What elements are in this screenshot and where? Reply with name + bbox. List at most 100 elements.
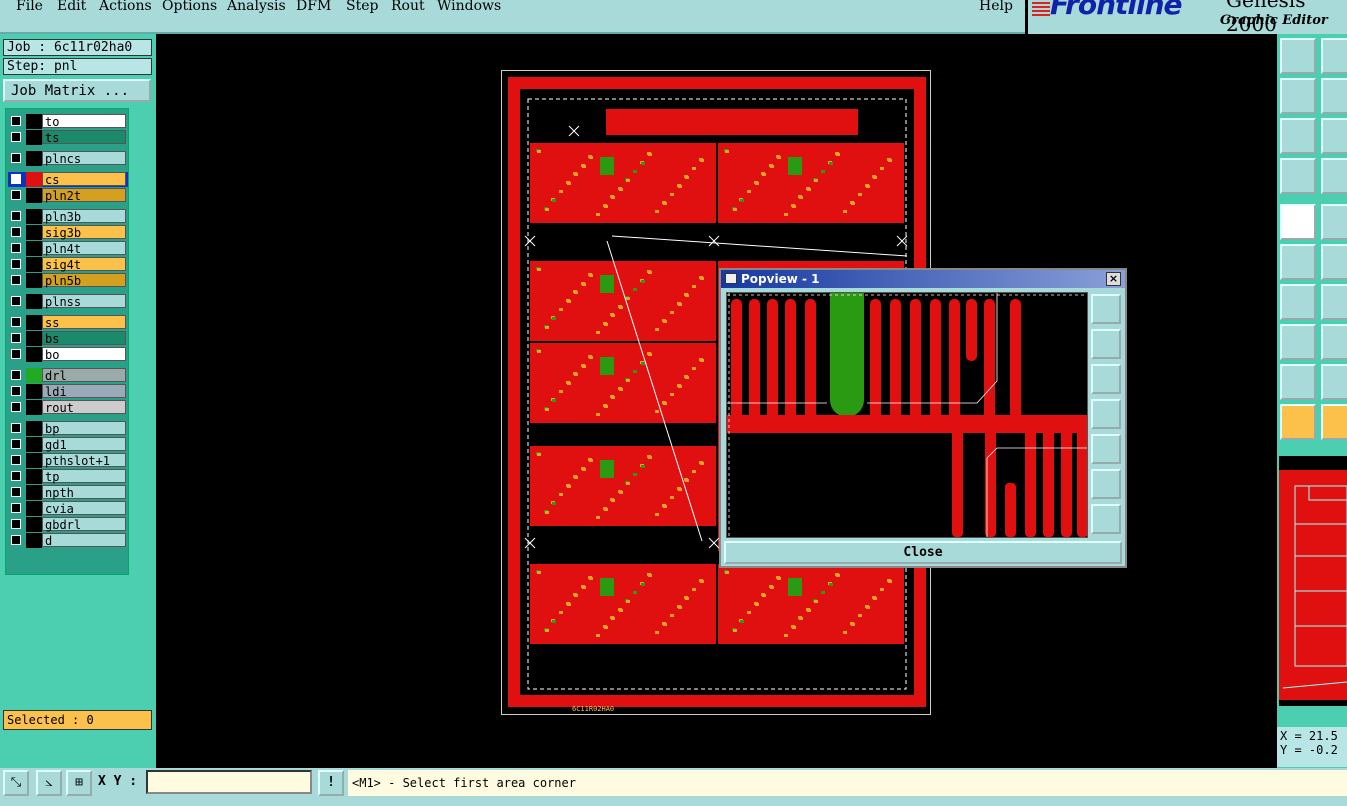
pop-zoom-in-button[interactable] — [1091, 469, 1121, 499]
add-arc-button[interactable] — [1321, 284, 1347, 320]
layer-checkbox[interactable] — [11, 535, 21, 545]
layer-checkbox[interactable] — [11, 317, 21, 327]
layer-color-swatch[interactable] — [26, 241, 42, 256]
add-line-button[interactable] — [1280, 284, 1316, 320]
layer-name[interactable]: pln2t — [42, 188, 126, 203]
layer-row-pln4t[interactable]: pln4t — [8, 241, 128, 256]
layer-color-swatch[interactable] — [26, 172, 42, 187]
layer-name[interactable]: sig4t — [42, 257, 126, 272]
layer-checkbox[interactable] — [11, 275, 21, 285]
layer-name[interactable]: npth — [42, 485, 126, 500]
layer-checkbox[interactable] — [11, 211, 21, 221]
layer-name[interactable]: bp — [42, 421, 126, 436]
menu-step[interactable]: Step — [346, 0, 378, 14]
layer-name[interactable]: pln3b — [42, 209, 126, 224]
menu-help[interactable]: Help — [979, 0, 1013, 14]
layer-name[interactable]: d — [42, 533, 126, 548]
layer-row-bo[interactable]: bo — [8, 347, 128, 362]
layer-color-swatch[interactable] — [26, 331, 42, 346]
layer-color-swatch[interactable] — [26, 485, 42, 500]
layer-name[interactable]: ldi — [42, 384, 126, 399]
layer-color-swatch[interactable] — [26, 151, 42, 166]
layer-name[interactable]: ss — [42, 315, 126, 330]
layer-name[interactable]: tp — [42, 469, 126, 484]
add-polygon-button[interactable] — [1321, 364, 1347, 400]
layer-checkbox[interactable] — [11, 370, 21, 380]
layer-name[interactable]: gbdrl — [42, 517, 126, 532]
layer-color-swatch[interactable] — [26, 384, 42, 399]
cross-button[interactable] — [1321, 244, 1347, 280]
layer-color-swatch[interactable] — [26, 517, 42, 532]
menu-dfm[interactable]: DFM — [296, 0, 331, 14]
layer-checkbox[interactable] — [11, 174, 21, 184]
layer-row-gd1[interactable]: gd1 — [8, 437, 128, 452]
layer-color-swatch[interactable] — [26, 453, 42, 468]
layer-color-swatch[interactable] — [26, 114, 42, 129]
layer-name[interactable]: to — [42, 114, 126, 129]
close-icon[interactable]: × — [1106, 272, 1121, 286]
pop-pan-up-button[interactable] — [1091, 329, 1121, 359]
layer-name[interactable]: rout — [42, 400, 126, 415]
layer-name[interactable]: plnss — [42, 294, 126, 309]
pop-pan-right-button[interactable] — [1091, 434, 1121, 464]
menu-file[interactable]: File — [16, 0, 43, 14]
layer-name[interactable]: cvia — [42, 501, 126, 516]
layer-name[interactable]: plncs — [42, 151, 126, 166]
layer-row-ldi[interactable]: ldi — [8, 384, 128, 399]
layer-color-swatch[interactable] — [26, 469, 42, 484]
menu-options[interactable]: Options — [162, 0, 217, 14]
popview-close-button[interactable]: Close — [724, 541, 1122, 564]
layer-name[interactable]: sig3b — [42, 225, 126, 240]
layer-checkbox[interactable] — [11, 227, 21, 237]
select-pad-button[interactable] — [1280, 204, 1316, 240]
layer-name[interactable]: bs — [42, 331, 126, 346]
layer-checkbox[interactable] — [11, 259, 21, 269]
layer-row-plnss[interactable]: plnss — [8, 294, 128, 309]
xy-input[interactable] — [146, 770, 312, 794]
layer-row-cvia[interactable]: cvia — [8, 501, 128, 516]
layer-color-swatch[interactable] — [26, 501, 42, 516]
grid-snap-button[interactable]: ⊞ — [66, 770, 92, 796]
layer-row-pln2t[interactable]: pln2t — [8, 188, 128, 203]
layer-checkbox[interactable] — [11, 190, 21, 200]
pointer-button[interactable] — [1280, 404, 1316, 440]
layer-row-ts[interactable]: ts — [8, 130, 128, 145]
layer-checkbox[interactable] — [11, 503, 21, 513]
layer-color-swatch[interactable] — [26, 294, 42, 309]
layer-row-gbdrl[interactable]: gbdrl — [8, 517, 128, 532]
add-surface-button[interactable] — [1280, 364, 1316, 400]
layer-color-swatch[interactable] — [26, 368, 42, 383]
layer-checkbox[interactable] — [11, 487, 21, 497]
popview-zoom-view[interactable] — [726, 292, 1088, 538]
layer-color-swatch[interactable] — [26, 188, 42, 203]
menu-analysis[interactable]: Analysis — [227, 0, 286, 14]
layer-name[interactable]: gd1 — [42, 437, 126, 452]
layer-checkbox[interactable] — [11, 153, 21, 163]
grid-button[interactable] — [1321, 158, 1347, 194]
layer-checkbox[interactable] — [11, 116, 21, 126]
pointer-select-button[interactable] — [1321, 404, 1347, 440]
pop-pan-down-button[interactable] — [1091, 364, 1121, 394]
job-matrix-button[interactable]: Job Matrix ... — [3, 79, 151, 102]
layer-name[interactable]: pln4t — [42, 241, 126, 256]
layer-checkbox[interactable] — [11, 296, 21, 306]
layer-checkbox[interactable] — [11, 132, 21, 142]
pop-zoom-button[interactable] — [1091, 294, 1121, 324]
zoom-fit-button[interactable] — [1280, 118, 1316, 154]
net-button[interactable] — [1280, 244, 1316, 280]
layer-row-d[interactable]: d — [8, 533, 128, 548]
layer-row-bs[interactable]: bs — [8, 331, 128, 346]
layer-color-swatch[interactable] — [26, 437, 42, 452]
pop-pan-left-button[interactable] — [1091, 399, 1121, 429]
layer-checkbox[interactable] — [11, 519, 21, 529]
layer-checkbox[interactable] — [11, 349, 21, 359]
layer-row-sig4t[interactable]: sig4t — [8, 257, 128, 272]
layer-checkbox[interactable] — [11, 455, 21, 465]
alert-icon[interactable]: ! — [318, 770, 344, 796]
pop-zoom-out-button[interactable] — [1091, 504, 1121, 534]
layer-row-to[interactable]: to — [8, 114, 128, 129]
layer-name[interactable]: cs — [42, 172, 126, 187]
layer-row-sig3b[interactable]: sig3b — [8, 225, 128, 240]
layer-color-swatch[interactable] — [26, 400, 42, 415]
popview-titlebar[interactable]: Popview - 1 × — [721, 270, 1125, 288]
